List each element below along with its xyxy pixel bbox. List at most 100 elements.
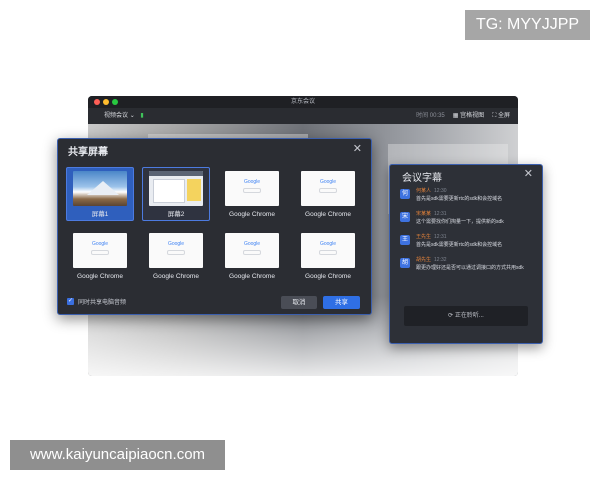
tile-label: Google Chrome	[77, 273, 123, 280]
caption-item: 何 何某人 12:30 首先是sdk需要更新rtc的sdk和会控域名	[400, 187, 534, 208]
avatar: 何	[400, 189, 410, 199]
share-audio-checkbox[interactable]: ✓	[67, 298, 74, 305]
chrome-thumbnail: Google	[225, 233, 279, 268]
search-bar-preview	[319, 250, 337, 255]
app-toolbar: 视频会议 ⌄ ▮ 时间 00:35 ▦ 宫格视图 ⛶ 全屏	[88, 108, 518, 124]
avatar: 胡	[400, 258, 410, 268]
google-logo-text: Google	[167, 241, 185, 247]
google-logo-text: Google	[319, 241, 337, 247]
caption-time: 12:31	[434, 211, 447, 217]
grid-icon: ▦	[452, 113, 459, 119]
window-tile-chrome[interactable]: Google Google Chrome	[294, 229, 362, 283]
search-bar-preview	[319, 188, 337, 193]
dialog-header: 共享屏幕 ✕	[58, 139, 371, 159]
captions-list: 何 何某人 12:30 首先是sdk需要更新rtc的sdk和会控域名 宋 宋某某 1…	[400, 187, 534, 279]
caption-item: 王 王先生 12:31 首先是sdk需要更新rtc的sdk和会控域名	[400, 233, 534, 254]
avatar: 宋	[400, 212, 410, 222]
screen-tile-1[interactable]: 屏幕1	[66, 167, 134, 221]
tile-label: Google Chrome	[229, 211, 275, 218]
meeting-type-label: 视频会议	[104, 113, 129, 119]
tile-label: Google Chrome	[305, 211, 351, 218]
meeting-type-dropdown[interactable]: 视频会议 ⌄ ▮	[104, 108, 144, 124]
captions-panel: 会议字幕 ✕ 何 何某人 12:30 首先是sdk需要更新rtc的sdk和会控域名…	[389, 164, 543, 344]
caption-item: 胡 胡先生 12:32 跟更办理好还是否可以通过调接口的方式共用sdk	[400, 256, 534, 277]
share-screen-dialog: 共享屏幕 ✕ 屏幕1 屏幕2 Google Google Chrome Goog…	[57, 138, 372, 315]
tile-label: Google Chrome	[153, 273, 199, 280]
fullscreen-icon: ⛶	[492, 113, 497, 119]
thumb-panel	[153, 179, 185, 203]
window-tile-chrome[interactable]: Google Google Chrome	[294, 167, 362, 221]
caption-meta: 胡先生 12:32	[416, 256, 447, 263]
google-logo-text: Google	[243, 241, 261, 247]
caption-item: 宋 宋某某 12:31 这个需要找你们掏量一下，提供新的sdk	[400, 210, 534, 231]
mountain-image	[87, 181, 119, 195]
search-bar-preview	[91, 250, 109, 255]
meeting-timer: 时间 00:35	[416, 113, 445, 119]
share-audio-label: 同时共享电脑音频	[78, 300, 127, 306]
screen-tiles-grid: 屏幕1 屏幕2 Google Google Chrome Google Goog…	[66, 167, 362, 285]
caption-meta: 王先生 12:31	[416, 233, 447, 240]
chrome-thumbnail: Google	[149, 233, 203, 268]
fullscreen-label: 全屏	[497, 113, 510, 119]
fullscreen-button[interactable]: ⛶ 全屏	[492, 108, 510, 124]
search-bar-preview	[243, 188, 261, 193]
dialog-title: 共享屏幕	[68, 147, 108, 158]
chrome-thumbnail: Google	[225, 171, 279, 206]
tile-label: Google Chrome	[229, 273, 275, 280]
google-logo-text: Google	[319, 179, 337, 185]
app-titlebar: 京东会议	[88, 96, 518, 108]
caption-time: 12:30	[434, 188, 447, 194]
screen-thumbnail	[149, 171, 203, 206]
chrome-thumbnail: Google	[301, 233, 355, 268]
caption-text: 跟更办理好还是否可以通过调接口的方式共用sdk	[416, 265, 524, 271]
thumb-panel-yellow	[187, 179, 201, 201]
caption-text: 首先是sdk需要更新rtc的sdk和会控域名	[416, 196, 503, 202]
chrome-thumbnail: Google	[301, 171, 355, 206]
grid-view-button[interactable]: ▦ 宫格视图	[453, 108, 484, 124]
share-button[interactable]: 共享	[323, 296, 360, 309]
loading-icon: ⟳	[448, 313, 454, 319]
maximize-window-dot[interactable]	[112, 99, 118, 105]
thumb-toolbar	[149, 171, 203, 176]
window-tile-chrome[interactable]: Google Google Chrome	[142, 229, 210, 283]
speaker-name: 胡先生	[416, 257, 432, 263]
tile-label: 屏幕1	[91, 211, 109, 218]
speaker-name: 何某人	[416, 188, 432, 194]
watermark-bottom: www.kaiyuncaipiaocn.com	[10, 440, 225, 470]
tile-label: 屏幕2	[167, 211, 185, 218]
google-logo-text: Google	[91, 241, 109, 247]
close-window-dot[interactable]	[94, 99, 100, 105]
grid-view-label: 宫格视图	[460, 113, 485, 119]
watermark-top: TG: MYYJJPP	[465, 10, 590, 40]
window-tile-chrome[interactable]: Google Google Chrome	[218, 167, 286, 221]
search-bar-preview	[243, 250, 261, 255]
chrome-thumbnail: Google	[73, 233, 127, 268]
window-tile-chrome[interactable]: Google Google Chrome	[218, 229, 286, 283]
caption-time: 12:32	[434, 257, 447, 263]
window-tile-chrome[interactable]: Google Google Chrome	[66, 229, 134, 283]
google-logo-text: Google	[243, 179, 261, 185]
close-icon[interactable]: ✕	[524, 167, 533, 180]
speaker-name: 王先生	[416, 234, 432, 240]
tile-label: Google Chrome	[305, 273, 351, 280]
speaker-name: 宋某某	[416, 211, 432, 217]
search-bar-preview	[167, 250, 185, 255]
chevron-down-icon: ⌄	[129, 113, 135, 119]
caption-time: 12:31	[434, 234, 447, 240]
listening-label: 正在聆听...	[454, 313, 484, 319]
app-title: 京东会议	[290, 99, 315, 105]
minimize-window-dot[interactable]	[103, 99, 109, 105]
listening-status: ⟳ 正在聆听...	[404, 306, 528, 326]
close-icon[interactable]: ✕	[353, 142, 362, 155]
captions-title: 会议字幕	[402, 173, 442, 184]
dialog-footer: ✓ 同时共享电脑音频 取消 共享	[58, 292, 371, 314]
cancel-button[interactable]: 取消	[281, 296, 317, 309]
signal-icon: ▮	[140, 113, 144, 119]
caption-text: 这个需要找你们掏量一下，提供新的sdk	[416, 219, 504, 225]
caption-text: 首先是sdk需要更新rtc的sdk和会控域名	[416, 242, 503, 248]
desktop-thumbnail	[73, 171, 127, 206]
avatar: 王	[400, 235, 410, 245]
caption-meta: 宋某某 12:31	[416, 210, 447, 217]
screen-tile-2[interactable]: 屏幕2	[142, 167, 210, 221]
caption-meta: 何某人 12:30	[416, 187, 447, 194]
